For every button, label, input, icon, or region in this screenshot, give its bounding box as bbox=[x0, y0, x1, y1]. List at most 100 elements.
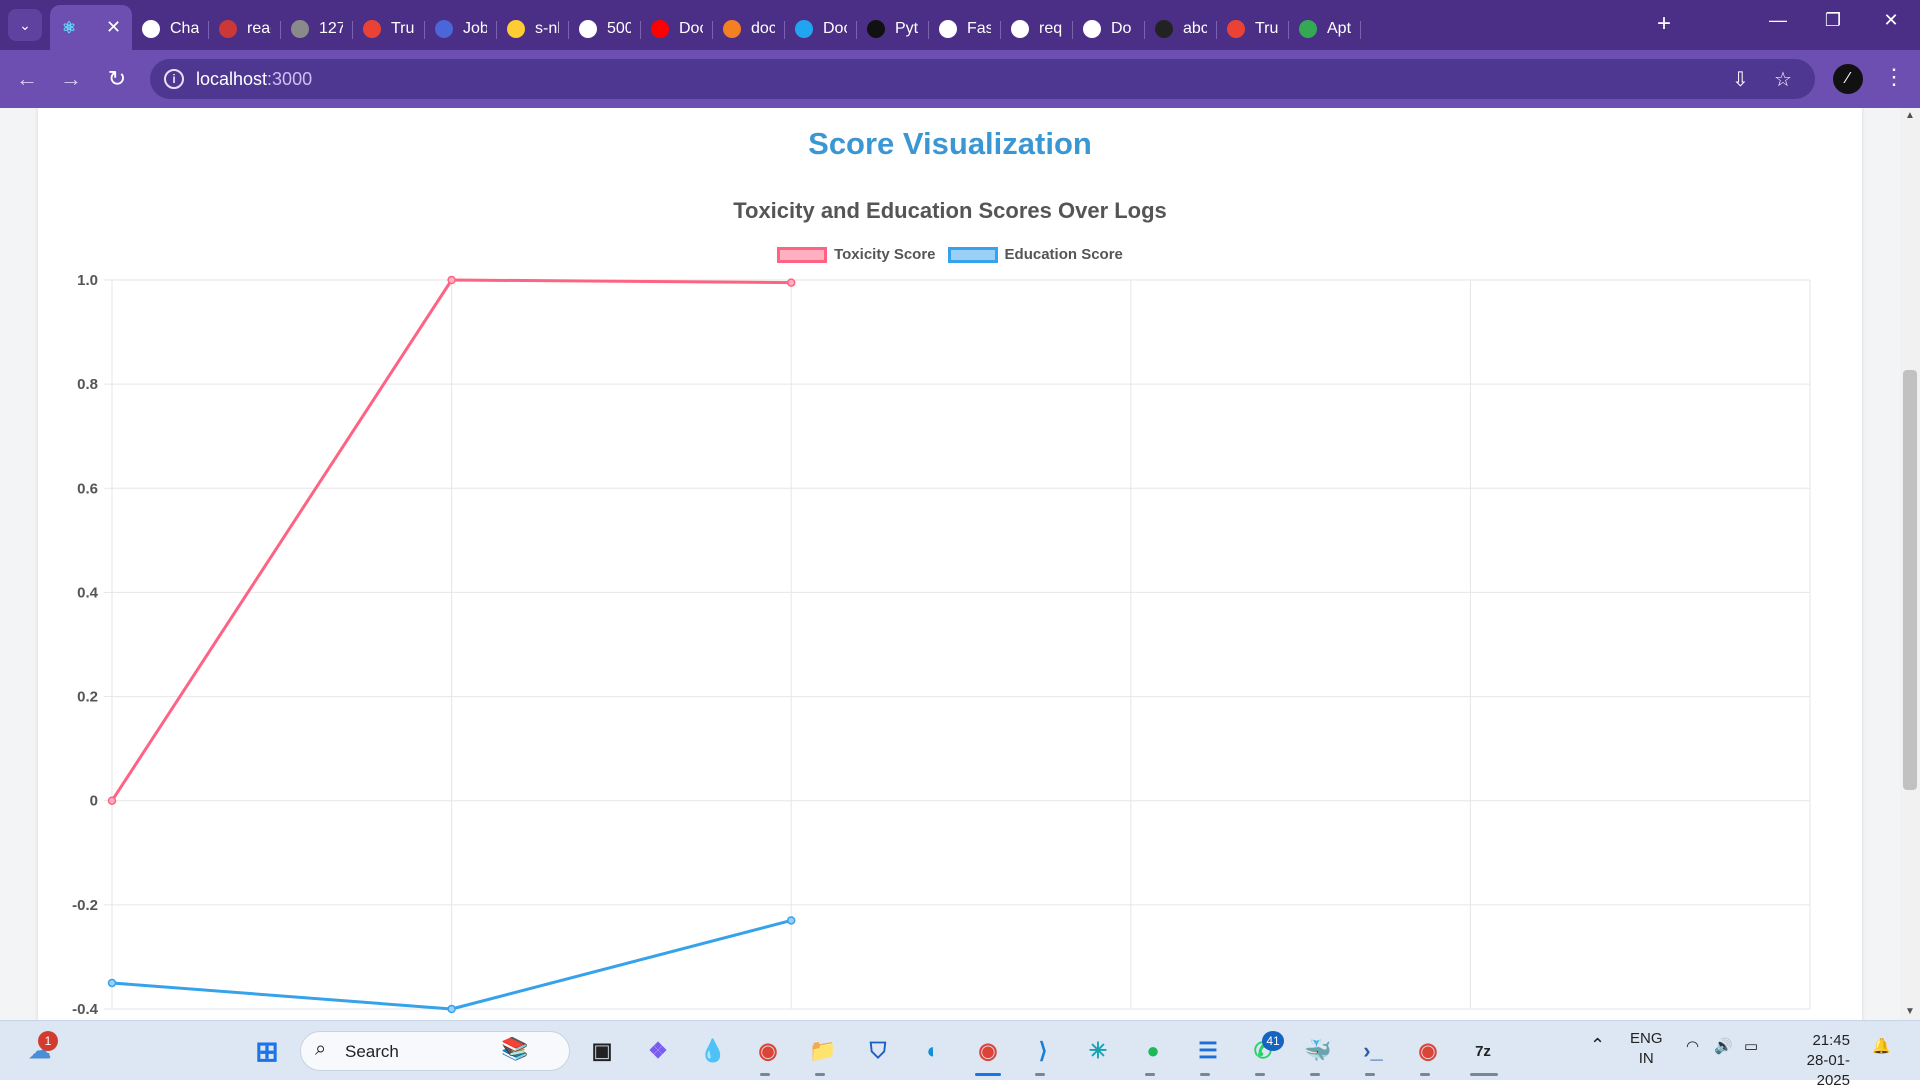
page-scrollbar[interactable]: ▲ ▼ bbox=[1900, 108, 1920, 1020]
pinwheel-app-icon[interactable]: ✳ bbox=[1078, 1031, 1118, 1071]
tab-item[interactable]: 127. bbox=[281, 9, 353, 49]
tab-item[interactable]: requ bbox=[1001, 9, 1073, 49]
gmail-icon bbox=[363, 20, 381, 38]
clock-date: 28-01-2025 bbox=[1806, 1052, 1850, 1089]
bag-icon bbox=[1083, 20, 1101, 38]
running-indicator bbox=[1035, 1073, 1045, 1076]
chevron-down-icon: ⌄ bbox=[19, 16, 31, 33]
tab-item[interactable]: Docl bbox=[785, 9, 857, 49]
tab-title: 500 bbox=[607, 20, 631, 37]
tab-title: Chat bbox=[170, 20, 199, 37]
7zip-icon[interactable]: 7z bbox=[1463, 1031, 1503, 1071]
region-code: IN bbox=[1638, 1050, 1654, 1067]
tab-item[interactable]: Apti bbox=[1289, 9, 1361, 49]
data-point bbox=[447, 275, 456, 285]
powershell-icon[interactable]: ›_ bbox=[1353, 1031, 1393, 1071]
tab-item[interactable]: 500 bbox=[569, 9, 641, 49]
close-tab-icon[interactable]: ✕ bbox=[106, 17, 121, 38]
store-icon[interactable]: ⛉ bbox=[858, 1031, 898, 1071]
tab-item[interactable]: Trust bbox=[1217, 9, 1289, 49]
chrome-icon[interactable]: ◉ bbox=[748, 1031, 788, 1071]
tab-active[interactable]: ⚛ ✕ bbox=[50, 5, 132, 50]
scroll-down-icon[interactable]: ▼ bbox=[1900, 1006, 1920, 1017]
notepad-icon[interactable]: ☰ bbox=[1188, 1031, 1228, 1071]
npm-icon bbox=[219, 20, 237, 38]
page-viewport: Score Visualization Toxicity and Educati… bbox=[0, 108, 1920, 1020]
system-clock[interactable]: 21:45 28-01-2025 bbox=[1780, 1031, 1850, 1091]
taskbar-search[interactable]: ⌕ Search 📚 bbox=[300, 1031, 570, 1071]
profile-avatar[interactable]: ⁄ bbox=[1833, 64, 1863, 94]
running-indicator bbox=[1200, 1073, 1210, 1076]
chrome-alt-icon[interactable]: ◉ bbox=[1408, 1031, 1448, 1071]
tab-item[interactable]: s-nlp bbox=[497, 9, 569, 49]
tab-title: Trust bbox=[1255, 20, 1279, 37]
y-tick-label: 0.6 bbox=[77, 480, 98, 497]
tab-title: Docl bbox=[823, 20, 847, 37]
tab-title: abca bbox=[1183, 20, 1207, 37]
spotify-icon[interactable]: ● bbox=[1133, 1031, 1173, 1071]
minimize-icon[interactable]: — bbox=[1763, 10, 1793, 31]
battery-icon[interactable]: ▭ bbox=[1744, 1037, 1758, 1055]
vscode-icon[interactable]: ⟩ bbox=[1023, 1031, 1063, 1071]
url-host: localhost bbox=[196, 69, 268, 89]
vscode-icon bbox=[795, 20, 813, 38]
copilot-icon[interactable]: ❖ bbox=[638, 1031, 678, 1071]
menu-kebab-icon[interactable]: ⋮ bbox=[1883, 64, 1905, 90]
huggingface-icon bbox=[507, 20, 525, 38]
tab-item[interactable]: Job bbox=[425, 9, 497, 49]
wifi-icon[interactable]: ◠ bbox=[1686, 1037, 1699, 1055]
site-info-icon[interactable]: i bbox=[164, 69, 184, 89]
close-window-icon[interactable]: ✕ bbox=[1876, 10, 1906, 31]
docker-icon[interactable]: 🐳 bbox=[1298, 1031, 1338, 1071]
tab-item[interactable]: Docl bbox=[641, 9, 713, 49]
new-tab-button[interactable]: + bbox=[1650, 10, 1678, 38]
language-indicator[interactable]: ENG IN bbox=[1630, 1029, 1663, 1069]
tab-item[interactable]: react bbox=[209, 9, 281, 49]
reload-button[interactable]: ↻ bbox=[102, 64, 132, 94]
edge-icon[interactable]: ◐ bbox=[913, 1031, 953, 1071]
paint-icon[interactable]: 💧 bbox=[693, 1031, 733, 1071]
chrome-profile-icon[interactable]: ◉ bbox=[968, 1031, 1008, 1071]
tab-title: Do y bbox=[1111, 20, 1135, 37]
y-tick-label: 0.4 bbox=[77, 584, 99, 601]
tab-item[interactable]: abca bbox=[1145, 9, 1217, 49]
file-explorer-icon[interactable]: 📁 bbox=[803, 1031, 843, 1071]
tab-item[interactable]: Pyth bbox=[857, 9, 929, 49]
running-indicator bbox=[1310, 1073, 1320, 1076]
y-tick-label: 0.8 bbox=[77, 376, 98, 393]
tab-item[interactable]: dock bbox=[713, 9, 785, 49]
address-bar[interactable]: i localhost:3000 ⇩ ☆ bbox=[150, 59, 1815, 99]
scroll-up-icon[interactable]: ▲ bbox=[1900, 110, 1920, 121]
scrollbar-thumb[interactable] bbox=[1903, 370, 1917, 790]
task-view-icon[interactable]: ▣ bbox=[582, 1031, 622, 1071]
gmail-icon bbox=[1227, 20, 1245, 38]
tab-title: Apti bbox=[1327, 20, 1351, 37]
install-app-icon[interactable]: ⇩ bbox=[1732, 67, 1749, 92]
tab-title: 127. bbox=[319, 20, 343, 37]
tray-overflow-icon[interactable]: ⌃ bbox=[1590, 1035, 1605, 1056]
volume-icon[interactable]: 🔊 bbox=[1714, 1037, 1733, 1055]
chatgpt-icon bbox=[939, 20, 957, 38]
windows-start-icon[interactable]: ⊞ bbox=[247, 1031, 287, 1071]
globe-icon bbox=[291, 20, 309, 38]
tab-item[interactable]: Chat bbox=[132, 9, 209, 49]
link-icon bbox=[435, 20, 453, 38]
bookmark-star-icon[interactable]: ☆ bbox=[1774, 67, 1792, 92]
url-text[interactable]: localhost:3000 bbox=[196, 69, 312, 90]
tab-list: ⚛ ✕ Chat react 127. Trust Job s-nlp 500 Docl doc… bbox=[50, 5, 1361, 50]
search-label: Search bbox=[345, 1042, 399, 1061]
notifications-bell-icon[interactable]: 🔔 bbox=[1872, 1037, 1891, 1055]
tab-item[interactable]: Do y bbox=[1073, 9, 1145, 49]
tab-search-button[interactable]: ⌄ bbox=[8, 9, 42, 41]
forward-button[interactable]: → bbox=[56, 64, 86, 94]
tab-title: Docl bbox=[679, 20, 703, 37]
tab-title: react bbox=[247, 20, 271, 37]
data-point bbox=[107, 796, 117, 805]
y-tick-label: 0.2 bbox=[77, 689, 98, 706]
tab-item[interactable]: Fast bbox=[929, 9, 1001, 49]
back-button[interactable]: ← bbox=[12, 64, 42, 94]
tab-item[interactable]: Trust bbox=[353, 9, 425, 49]
restore-icon[interactable]: ❐ bbox=[1818, 10, 1848, 31]
tab-title: Job bbox=[463, 20, 487, 37]
tab-title: dock bbox=[751, 20, 775, 37]
